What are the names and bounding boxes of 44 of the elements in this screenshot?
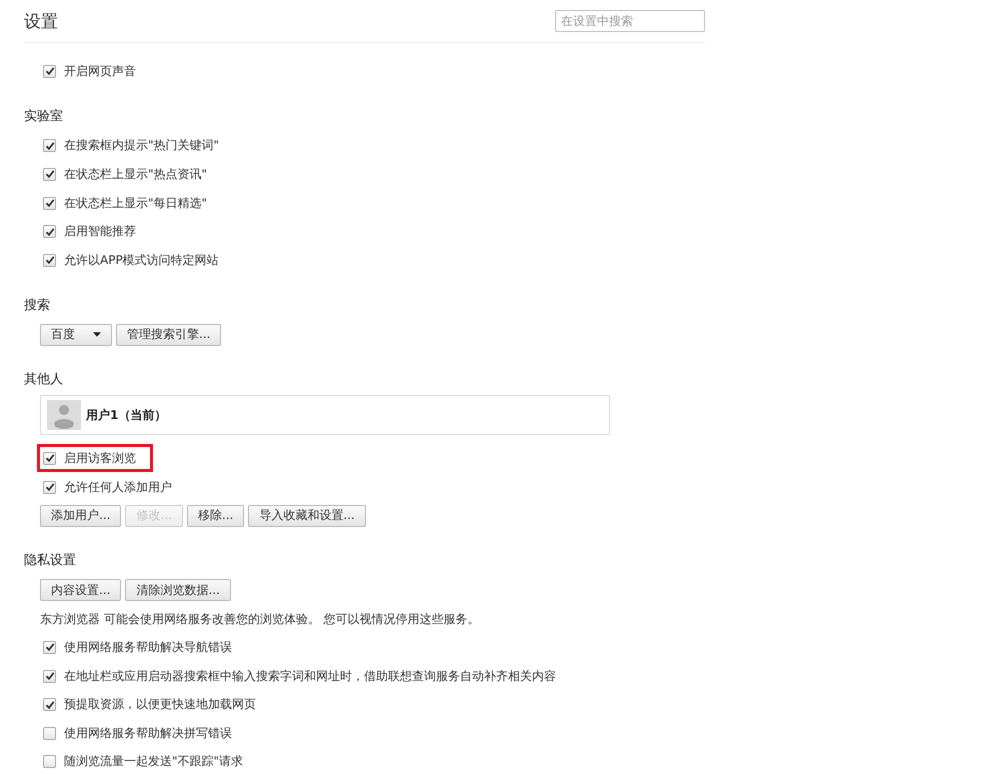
- checkbox[interactable]: [43, 254, 56, 267]
- action-button[interactable]: 清除浏览数据...: [125, 579, 231, 602]
- checkbox[interactable]: [43, 196, 56, 210]
- search-engine-dropdown[interactable]: 百度: [40, 324, 112, 346]
- checkbox-label: 允许以APP模式访问特定网站: [64, 252, 219, 269]
- checkbox[interactable]: [43, 168, 56, 181]
- section-heading: 实验室: [24, 108, 64, 126]
- action-button[interactable]: 内容设置...: [40, 579, 122, 602]
- user-card[interactable]: 用户1（当前）: [40, 395, 610, 436]
- checkbox-label: 启用访客浏览: [64, 450, 136, 467]
- checkbox[interactable]: [43, 640, 56, 654]
- action-button[interactable]: 导入收藏和设置...: [248, 504, 366, 527]
- checkbox-label: 使用网络服务帮助解决拼写错误: [64, 724, 232, 742]
- checkbox[interactable]: [43, 755, 56, 768]
- checkbox-label: 在搜索框内提示"热门关键词": [64, 137, 220, 154]
- checkbox[interactable]: [43, 139, 56, 152]
- checkbox[interactable]: [43, 698, 56, 712]
- action-button[interactable]: 移除...: [186, 504, 244, 527]
- checkbox-label: 使用网络服务帮助解决导航错误: [64, 638, 232, 656]
- checkbox[interactable]: [43, 452, 56, 465]
- section-heading: 其他人: [24, 371, 64, 390]
- checkbox-label: 随浏览流量一起发送"不跟踪"请求: [64, 753, 244, 770]
- user-name: 用户1（当前）: [86, 406, 166, 424]
- checkbox[interactable]: [43, 670, 56, 683]
- action-button[interactable]: 管理搜索引擎...: [116, 324, 222, 346]
- checkbox-label: 开启网页声音: [64, 62, 136, 80]
- section-heading: 隐私设置: [24, 552, 77, 570]
- checkbox-label: 在状态栏上显示"热点资讯": [64, 166, 208, 183]
- page-title: 设置: [24, 10, 58, 32]
- privacy-note: 东方浏览器 可能会使用网络服务改善您的浏览体验。 您可以视情况停用这些服务。: [40, 612, 480, 626]
- checkbox[interactable]: [43, 480, 56, 494]
- checkbox[interactable]: [43, 726, 56, 740]
- checkbox-label: 启用智能推荐: [64, 223, 136, 240]
- checkbox-label: 预提取资源，以便更快速地加载网页: [64, 696, 256, 714]
- checkbox-label: 允许任何人添加用户: [64, 478, 172, 496]
- avatar-icon: [47, 400, 81, 430]
- action-button[interactable]: 添加用户...: [40, 504, 122, 527]
- caret-icon: [93, 332, 101, 338]
- checkbox[interactable]: [43, 64, 56, 78]
- section-heading: 搜索: [24, 296, 51, 315]
- checkbox[interactable]: [43, 225, 56, 238]
- checkbox-label: 在地址栏或应用启动器搜索框中输入搜索字词和网址时，借助联想查询服务自动补齐相关内容: [64, 668, 556, 685]
- checkbox-label: 在状态栏上显示"每日精选": [64, 194, 208, 212]
- search-field[interactable]: 在设置中搜索: [555, 10, 705, 32]
